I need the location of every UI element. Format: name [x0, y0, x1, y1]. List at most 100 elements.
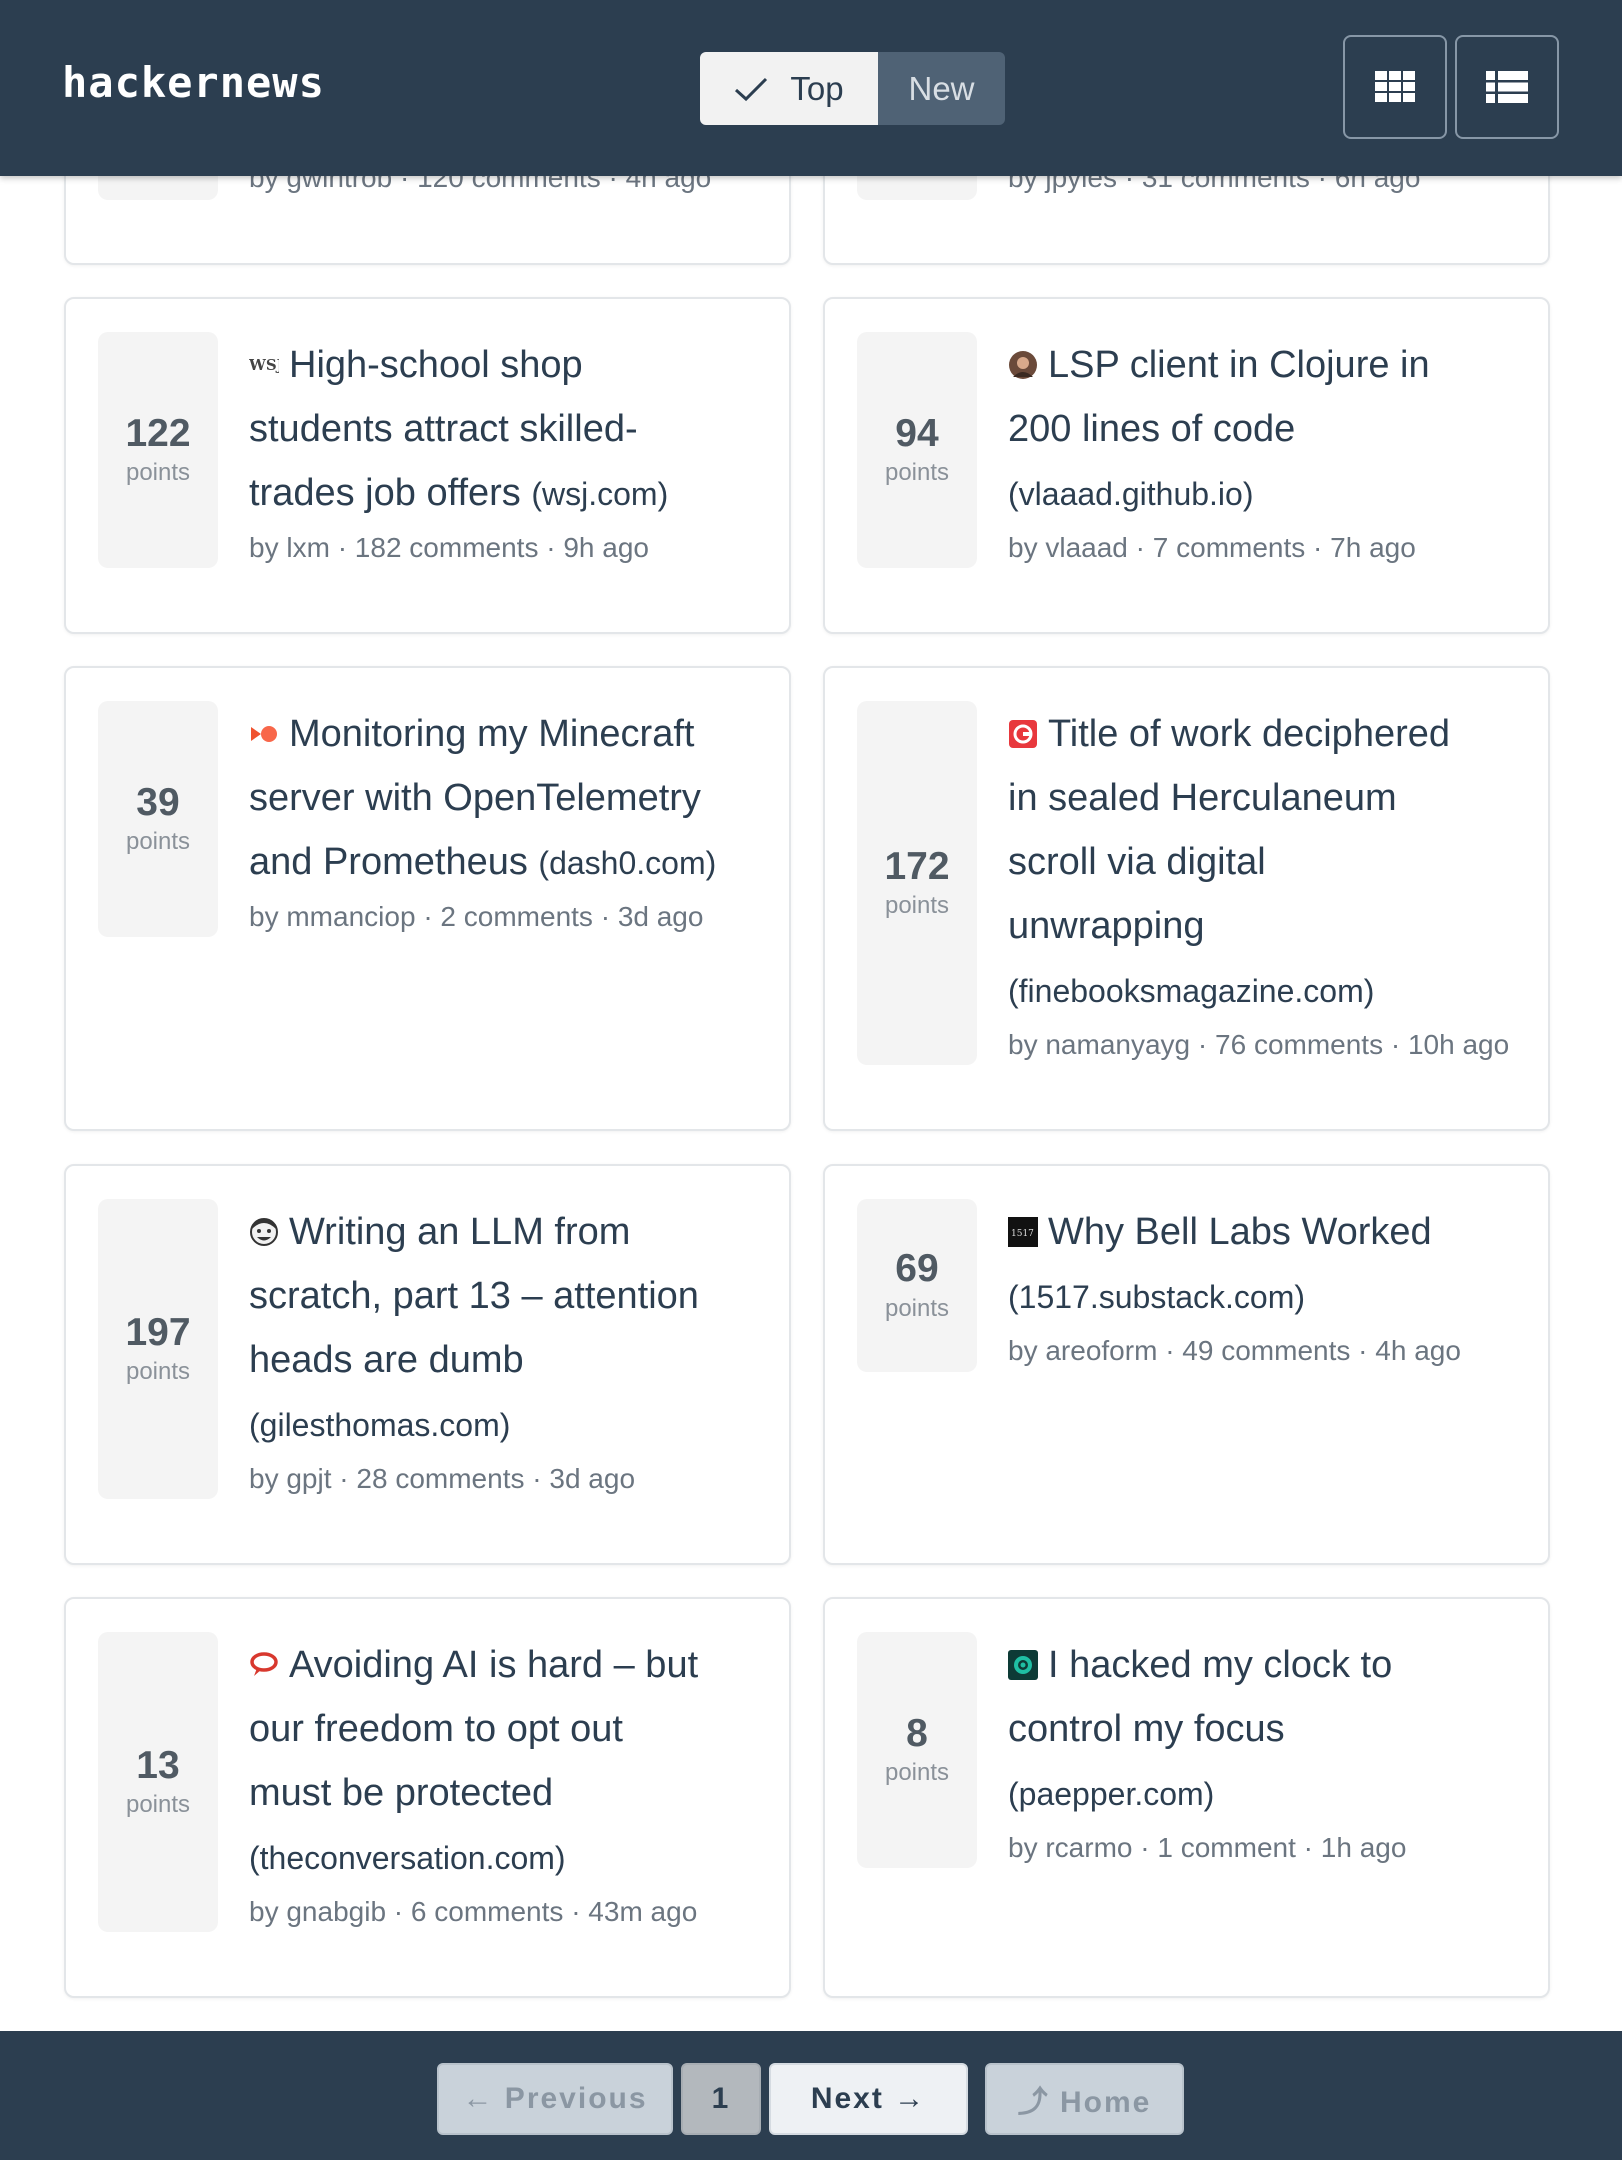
story-body: I hacked my clock to control my focus (p…: [1008, 1633, 1520, 1864]
story-title[interactable]: unwrapping: [1008, 905, 1204, 947]
meta-sep: ·: [1313, 532, 1323, 563]
page-number[interactable]: 1: [681, 2063, 761, 2135]
story-title-line[interactable]: our freedom to opt out: [249, 1697, 761, 1761]
tab-top-label: Top: [790, 69, 844, 107]
story-author[interactable]: lxm: [286, 532, 330, 563]
story-title-line[interactable]: in sealed Herculaneum: [1008, 766, 1520, 830]
story-card[interactable]: 197 points Writing an LLM from scratch, …: [64, 1164, 791, 1565]
grid-view-icon: [1375, 71, 1415, 102]
story-author[interactable]: gnabgib: [286, 1896, 386, 1927]
next-button[interactable]: Next →: [769, 2063, 968, 2135]
story-title-line[interactable]: 200 lines of code: [1008, 397, 1520, 461]
story-card[interactable]: 39 points Monitoring my Minecraft server…: [64, 666, 791, 1131]
story-author[interactable]: gpjt: [286, 1463, 331, 1494]
story-title[interactable]: our freedom to opt out: [249, 1708, 623, 1750]
story-author[interactable]: areoform: [1045, 1335, 1157, 1366]
story-title[interactable]: Avoiding AI is hard – but: [289, 1644, 698, 1686]
story-title-line[interactable]: heads are dumb: [249, 1328, 761, 1392]
story-title[interactable]: LSP client in Clojure in: [1048, 344, 1430, 386]
story-comments-link[interactable]: 1 comment: [1157, 1832, 1296, 1863]
story-title-line[interactable]: (paepper.com): [1008, 1761, 1520, 1826]
story-title-line[interactable]: (theconversation.com): [249, 1825, 761, 1890]
story-author[interactable]: namanyayg: [1045, 1029, 1190, 1060]
story-title-line[interactable]: trades job offers (wsj.com): [249, 461, 761, 526]
story-comments-link[interactable]: 49 comments: [1182, 1335, 1350, 1366]
tab-new[interactable]: New: [878, 52, 1005, 125]
points-count: 94: [895, 411, 939, 455]
story-domain[interactable]: (vlaaad.github.io): [1008, 476, 1253, 512]
app-logo[interactable]: hackernews: [62, 58, 325, 107]
story-title-line[interactable]: scroll via digital: [1008, 830, 1520, 894]
story-title-line[interactable]: must be protected: [249, 1761, 761, 1825]
story-title-line[interactable]: and Prometheus (dash0.com): [249, 830, 761, 895]
previous-button[interactable]: ← Previous: [437, 2063, 673, 2135]
story-domain[interactable]: (wsj.com): [531, 476, 668, 512]
grid-view-button[interactable]: [1343, 35, 1447, 139]
story-comments-link[interactable]: 28 comments: [356, 1463, 524, 1494]
story-title-line[interactable]: students attract skilled-: [249, 397, 761, 461]
story-title-line[interactable]: 1517 Why Bell Labs Worked: [1008, 1200, 1520, 1264]
story-title-line[interactable]: scratch, part 13 – attention: [249, 1264, 761, 1328]
story-title-line[interactable]: control my focus: [1008, 1697, 1520, 1761]
story-domain[interactable]: (1517.substack.com): [1008, 1279, 1305, 1315]
story-title[interactable]: Title of work deciphered: [1048, 713, 1450, 755]
story-title[interactable]: Why Bell Labs Worked: [1048, 1211, 1432, 1253]
story-title-line[interactable]: LSP client in Clojure in: [1008, 333, 1520, 397]
story-title[interactable]: trades job offers: [249, 472, 521, 514]
story-title[interactable]: server with OpenTelemetry: [249, 777, 701, 819]
story-comments-link[interactable]: 2 comments: [440, 901, 593, 932]
story-title[interactable]: 200 lines of code: [1008, 408, 1295, 450]
points-box: 8 points: [857, 1632, 977, 1868]
story-title[interactable]: Writing an LLM from: [289, 1211, 630, 1253]
story-card[interactable]: 172 points Title of work deciphered in s…: [823, 666, 1550, 1131]
story-title[interactable]: High-school shop: [289, 344, 583, 386]
story-title[interactable]: in sealed Herculaneum: [1008, 777, 1397, 819]
story-title-line[interactable]: Avoiding AI is hard – but: [249, 1633, 761, 1697]
story-domain[interactable]: (theconversation.com): [249, 1840, 566, 1876]
story-domain[interactable]: (paepper.com): [1008, 1776, 1214, 1812]
story-author[interactable]: rcarmo: [1045, 1832, 1132, 1863]
story-title[interactable]: heads are dumb: [249, 1339, 524, 1381]
story-author[interactable]: vlaaad: [1045, 532, 1128, 563]
story-domain[interactable]: (dash0.com): [538, 845, 716, 881]
story-title-line[interactable]: Title of work deciphered: [1008, 702, 1520, 766]
story-title[interactable]: scratch, part 13 – attention: [249, 1275, 699, 1317]
story-title-line[interactable]: I hacked my clock to: [1008, 1633, 1520, 1697]
story-title-line[interactable]: (vlaaad.github.io): [1008, 461, 1520, 526]
story-title[interactable]: scroll via digital: [1008, 841, 1266, 883]
story-title-line[interactable]: Writing an LLM from: [249, 1200, 761, 1264]
story-title-line[interactable]: (1517.substack.com): [1008, 1264, 1520, 1329]
story-title[interactable]: control my focus: [1008, 1708, 1285, 1750]
story-title[interactable]: and Prometheus: [249, 841, 528, 883]
story-title-line[interactable]: unwrapping: [1008, 894, 1520, 958]
meta-sep: ·: [571, 1896, 581, 1927]
story-title-line[interactable]: Monitoring my Minecraft: [249, 702, 761, 766]
story-domain[interactable]: (gilesthomas.com): [249, 1407, 510, 1443]
story-comments-link[interactable]: 7 comments: [1153, 532, 1306, 563]
story-title[interactable]: I hacked my clock to: [1048, 1644, 1392, 1686]
story-comments-link[interactable]: 6 comments: [411, 1896, 564, 1927]
story-comments-link[interactable]: 76 comments: [1215, 1029, 1383, 1060]
story-author[interactable]: mmanciop: [286, 901, 415, 932]
home-button[interactable]: ⤴ Home: [985, 2063, 1184, 2135]
story-title[interactable]: must be protected: [249, 1772, 553, 1814]
story-title[interactable]: Monitoring my Minecraft: [289, 713, 694, 755]
story-title[interactable]: students attract skilled-: [249, 408, 638, 450]
story-card[interactable]: 8 points I hacked my clock to control my…: [823, 1597, 1550, 1998]
meta-by: by: [249, 532, 279, 563]
story-title-line[interactable]: (gilesthomas.com): [249, 1392, 761, 1457]
meta-sep: ·: [339, 1463, 349, 1494]
story-card[interactable]: 13 points Avoiding AI is hard – but our …: [64, 1597, 791, 1998]
story-card[interactable]: 69 points 1517 Why Bell Labs Worked (151…: [823, 1164, 1550, 1565]
list-view-button[interactable]: [1455, 35, 1559, 139]
story-comments-link[interactable]: 182 comments: [355, 532, 539, 563]
points-count: 197: [125, 1310, 191, 1354]
tab-top[interactable]: Top: [700, 52, 878, 125]
story-title-line[interactable]: WSJ High-school shop: [249, 333, 761, 397]
story-card[interactable]: 94 points LSP client in Clojure in 200 l…: [823, 297, 1550, 634]
points-box: 13 points: [98, 1632, 218, 1932]
story-title-line[interactable]: (finebooksmagazine.com): [1008, 958, 1520, 1023]
story-title-line[interactable]: server with OpenTelemetry: [249, 766, 761, 830]
story-card[interactable]: 122 points WSJ High-school shop students…: [64, 297, 791, 634]
story-domain[interactable]: (finebooksmagazine.com): [1008, 973, 1374, 1009]
